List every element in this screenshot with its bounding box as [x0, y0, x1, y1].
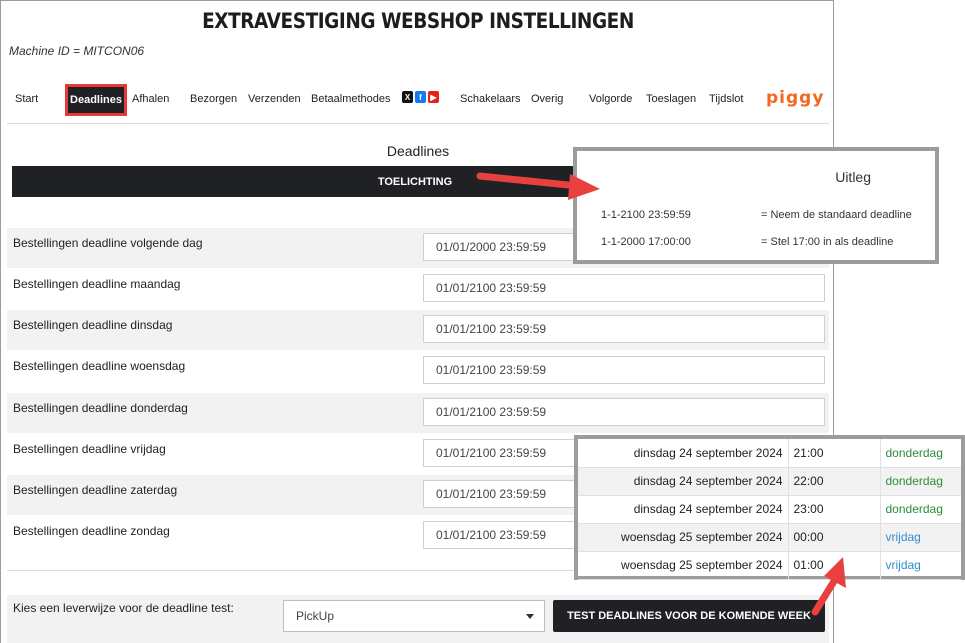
nav-item-deadlines[interactable]: Deadlines: [65, 84, 127, 116]
result-day: vrijdag: [880, 523, 961, 552]
social-icons: X f ▶: [402, 91, 439, 103]
result-time: 22:00: [788, 467, 881, 496]
deadline-input-maandag[interactable]: [423, 274, 825, 302]
nav-item-afhalen[interactable]: Afhalen: [132, 93, 169, 105]
nav-item-toeslagen[interactable]: Toeslagen: [646, 93, 696, 105]
piggy-logo[interactable]: piggy: [766, 88, 824, 108]
result-date: woensdag 25 september 2024: [578, 523, 789, 552]
row-label: Bestellingen deadline zaterdag: [13, 483, 178, 497]
result-time: 00:00: [788, 523, 881, 552]
row-label: Bestellingen deadline zondag: [13, 524, 170, 538]
nav-item-schakelaars[interactable]: Schakelaars: [460, 93, 521, 105]
result-time: 21:00: [788, 439, 881, 468]
nav-item-tijdslot[interactable]: Tijdslot: [709, 93, 743, 105]
machine-id: Machine ID = MITCON06: [9, 44, 145, 58]
uitleg-desc: = Neem de standaard deadline: [761, 209, 912, 221]
x-icon[interactable]: X: [402, 91, 413, 103]
deadline-input-donderdag[interactable]: [423, 398, 825, 426]
select-value: PickUp: [296, 609, 335, 623]
toelichting-label: TOELICHTING: [377, 175, 453, 188]
table-row: woensdag 25 september 2024 00:00 vrijdag: [578, 523, 961, 552]
deadline-input-dinsdag[interactable]: [423, 315, 825, 343]
uitleg-desc: = Stel 17:00 in als deadline: [761, 236, 894, 248]
nav-item-overig[interactable]: Overig: [531, 93, 563, 105]
divider: [7, 123, 829, 124]
result-time: 23:00: [788, 495, 881, 524]
uitleg-key: 1-1-2000 17:00:00: [601, 236, 691, 248]
nav-item-start[interactable]: Start: [15, 93, 38, 105]
deadline-row-dinsdag: Bestellingen deadline dinsdag: [7, 310, 829, 350]
table-row: dinsdag 24 september 2024 23:00 donderda…: [578, 495, 961, 524]
deadline-row-donderdag: Bestellingen deadline donderdag: [7, 393, 829, 433]
result-day: donderdag: [880, 467, 961, 496]
deadline-row-maandag: Bestellingen deadline maandag: [7, 269, 829, 309]
result-day: donderdag: [880, 495, 961, 524]
nav-item-betaalmethodes[interactable]: Betaalmethodes: [311, 93, 391, 105]
nav-item-volgorde[interactable]: Volgorde: [589, 93, 632, 105]
row-label: Bestellingen deadline dinsdag: [13, 318, 173, 332]
row-label: Bestellingen deadline maandag: [13, 277, 181, 291]
result-date: dinsdag 24 september 2024: [578, 467, 789, 496]
table-row: woensdag 25 september 2024 01:00 vrijdag: [578, 551, 961, 580]
result-day: vrijdag: [880, 551, 961, 580]
row-label: Bestellingen deadline donderdag: [13, 401, 188, 415]
youtube-icon[interactable]: ▶: [428, 91, 439, 103]
nav-bar: Start Deadlines Afhalen Bezorgen Verzend…: [7, 81, 829, 119]
nav-item-verzenden[interactable]: Verzenden: [248, 93, 301, 105]
test-deadlines-button[interactable]: TEST DEADLINES VOOR DE KOMENDE WEEK: [553, 600, 825, 632]
row-label: Bestellingen deadline woensdag: [13, 359, 186, 373]
deadline-test-row: Kies een leverwijze voor de deadline tes…: [7, 595, 829, 643]
test-label: Kies een leverwijze voor de deadline tes…: [13, 601, 234, 615]
table-row: dinsdag 24 september 2024 21:00 donderda…: [578, 439, 961, 468]
delivery-method-select[interactable]: PickUp: [283, 600, 545, 632]
result-date: woensdag 25 september 2024: [578, 551, 789, 580]
table-row: dinsdag 24 september 2024 22:00 donderda…: [578, 467, 961, 496]
result-day: donderdag: [880, 439, 961, 468]
nav-item-bezorgen[interactable]: Bezorgen: [190, 93, 237, 105]
facebook-icon[interactable]: f: [415, 91, 426, 103]
uitleg-title: Uitleg: [835, 169, 871, 185]
result-time: 01:00: [788, 551, 881, 580]
uitleg-callout: Uitleg 1-1-2100 23:59:59 = Neem de stand…: [573, 147, 939, 264]
result-date: dinsdag 24 september 2024: [578, 439, 789, 468]
deadline-row-woensdag: Bestellingen deadline woensdag: [7, 351, 829, 391]
test-results-table: dinsdag 24 september 2024 21:00 donderda…: [578, 439, 961, 580]
row-label: Bestellingen deadline vrijdag: [13, 442, 166, 456]
test-results-callout: dinsdag 24 september 2024 21:00 donderda…: [574, 435, 965, 580]
caret-down-icon: [526, 614, 534, 619]
deadline-input-woensdag[interactable]: [423, 356, 825, 384]
row-label: Bestellingen deadline volgende dag: [13, 236, 203, 250]
result-date: dinsdag 24 september 2024: [578, 495, 789, 524]
page-title: EXTRAVESTIGING WEBSHOP INSTELLINGEN: [202, 9, 634, 33]
uitleg-key: 1-1-2100 23:59:59: [601, 209, 691, 221]
